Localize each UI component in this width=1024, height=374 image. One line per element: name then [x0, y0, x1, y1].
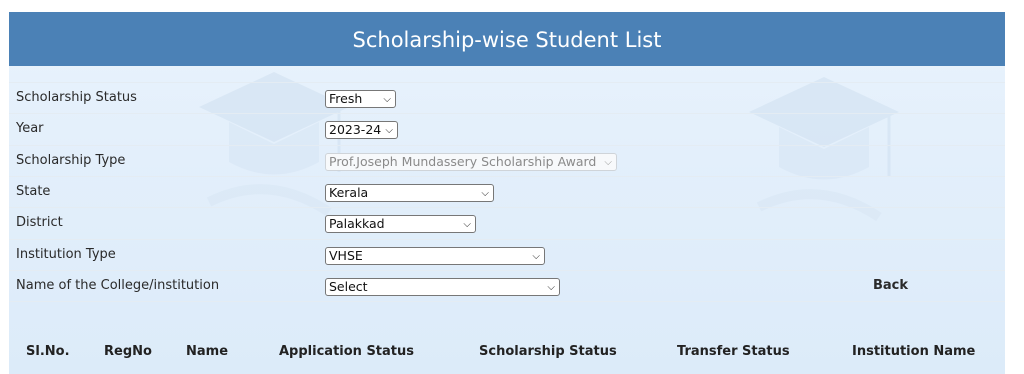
- chevron-down-icon: ⌵: [383, 94, 391, 105]
- scholarship-type-row: Scholarship Type Prof.Joseph Mundassery …: [9, 145, 1005, 177]
- year-label: Year: [16, 121, 44, 136]
- institution-type-select[interactable]: VHSE ⌵: [325, 247, 545, 265]
- district-value: Palakkad: [329, 216, 385, 231]
- district-select[interactable]: Palakkad ⌵: [325, 215, 476, 233]
- table-header: Sl.No. RegNo Name Application Status Sch…: [9, 342, 1005, 366]
- state-value: Kerala: [329, 185, 369, 200]
- chevron-down-icon: ⌵: [532, 251, 540, 262]
- column-header-name: Name: [186, 344, 229, 359]
- scholarship-type-value: Prof.Joseph Mundassery Scholarship Award: [329, 154, 597, 169]
- scholarship-status-label: Scholarship Status: [16, 90, 137, 105]
- column-header-institution-name: Institution Name: [852, 344, 976, 359]
- year-row: Year 2023-24 ⌵: [9, 113, 1005, 145]
- chevron-down-icon: ⌵: [463, 219, 471, 230]
- back-button[interactable]: Back: [873, 278, 908, 293]
- scholarship-status-row: Scholarship Status Fresh ⌵: [9, 82, 1005, 114]
- chevron-down-icon: ⌵: [547, 282, 555, 293]
- college-label: Name of the College/institution: [16, 278, 220, 293]
- scholarship-type-label: Scholarship Type: [16, 153, 126, 168]
- college-value: Select: [329, 279, 368, 294]
- year-select[interactable]: 2023-24 ⌵: [325, 121, 398, 139]
- institution-type-value: VHSE: [329, 248, 363, 263]
- column-header-application-status: Application Status: [279, 344, 415, 359]
- state-select[interactable]: Kerala ⌵: [325, 184, 494, 202]
- state-label: State: [16, 184, 51, 199]
- divider: [9, 301, 1005, 303]
- institution-type-label: Institution Type: [16, 247, 116, 262]
- column-header-slno: Sl.No.: [26, 344, 70, 359]
- district-row: District Palakkad ⌵: [9, 207, 1005, 239]
- state-row: State Kerala ⌵: [9, 176, 1005, 208]
- year-value: 2023-24: [329, 122, 382, 137]
- column-header-scholarship-status: Scholarship Status: [479, 344, 617, 359]
- main-panel: Scholarship-wise Student List Scholarshi…: [9, 12, 1005, 374]
- scholarship-type-select: Prof.Joseph Mundassery Scholarship Award…: [325, 153, 617, 171]
- page-title: Scholarship-wise Student List: [9, 12, 1005, 66]
- column-header-transfer-status: Transfer Status: [677, 344, 790, 359]
- college-select[interactable]: Select ⌵: [325, 278, 560, 296]
- chevron-down-icon: ⌵: [385, 125, 393, 136]
- college-row: Name of the College/institution Select ⌵…: [9, 270, 1005, 302]
- chevron-down-icon: ⌵: [604, 157, 612, 168]
- district-label: District: [16, 215, 63, 230]
- column-header-regno: RegNo: [104, 344, 152, 359]
- institution-type-row: Institution Type VHSE ⌵: [9, 239, 1005, 271]
- scholarship-status-value: Fresh: [329, 91, 363, 106]
- scholarship-status-select[interactable]: Fresh ⌵: [325, 90, 396, 108]
- chevron-down-icon: ⌵: [481, 188, 489, 199]
